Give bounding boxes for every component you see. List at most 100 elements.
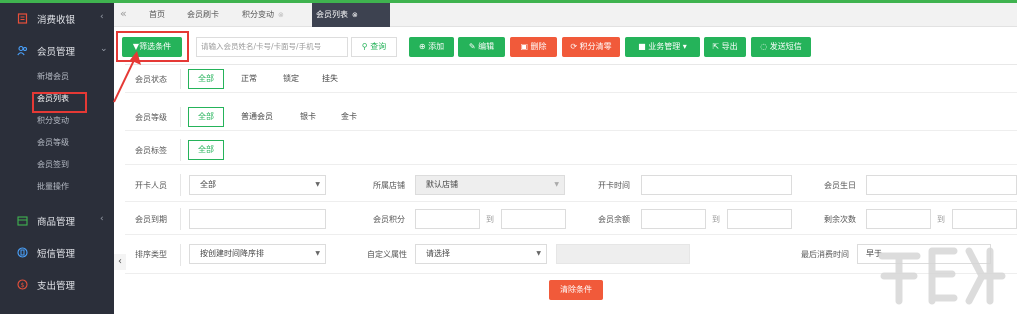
sidebar-item-batch-ops[interactable]: 批量操作 [37, 179, 69, 195]
divider [180, 174, 181, 196]
divider [180, 107, 181, 127]
store-select[interactable]: 默认店铺 ▼ [415, 175, 565, 195]
card-time-input[interactable] [641, 175, 792, 195]
sidebar-group-sms[interactable]: 短信管理 [0, 240, 114, 266]
card-staff-select[interactable]: 全部 ▼ [189, 175, 326, 195]
sidebar-group-label: 支出管理 [37, 281, 76, 292]
balance-max-input[interactable] [727, 209, 792, 229]
sidebar-item-add-member[interactable]: 新增会员 [37, 69, 69, 85]
filter-label: 剩余次数 [824, 215, 856, 224]
toolbar: ▼筛选条件 请输入会员姓名/卡号/卡面号/手机号 ⚲ 查询 ⊕ 添加 ✎ 编辑 … [114, 28, 1017, 66]
sidebar-item-member-checkin[interactable]: 会员签到 [37, 157, 69, 173]
export-label: 导出 [721, 42, 738, 51]
query-label: 查询 [370, 42, 387, 51]
edit-icon: ✎ [468, 42, 479, 51]
level-option-silver[interactable]: 银卡 [300, 107, 316, 127]
refresh-icon: ⟳ [570, 42, 580, 51]
tab-bar: « 首页 会员刷卡 积分变动 ⊗ 会员列表 ⊗ [114, 3, 1017, 27]
clear-points-label: 积分清零 [579, 42, 612, 51]
watermark-logo [878, 247, 1006, 305]
sidebar-item-points-change[interactable]: 积分变动 [37, 113, 69, 129]
briefcase-icon: ■ [638, 42, 649, 51]
delete-label: 删除 [530, 42, 547, 51]
status-option-normal[interactable]: 正常 [241, 69, 257, 89]
remaining-min-input[interactable] [866, 209, 931, 229]
trash-icon: ▣ [520, 42, 531, 51]
caret-down-icon: ▼ [554, 181, 559, 188]
points-min-input[interactable] [415, 209, 480, 229]
search-input[interactable]: 请输入会员姓名/卡号/卡面号/手机号 [196, 37, 348, 57]
tag-option-all[interactable]: 全部 [188, 140, 224, 160]
send-sms-button[interactable]: ◌ 发送短信 [751, 37, 811, 57]
query-button[interactable]: ⚲ 查询 [351, 37, 397, 57]
export-button[interactable]: ⇱ 导出 [704, 37, 746, 57]
filter-label: 会员标签 [135, 146, 167, 155]
filter-label: 最后消费时间 [801, 250, 849, 259]
sort-select[interactable]: 按创建时间降序排 ▼ [189, 244, 326, 264]
highlight-box [32, 92, 87, 113]
range-separator: 到 [712, 215, 720, 224]
tab-label: 会员刷卡 [187, 10, 219, 19]
tab-points-change[interactable]: 积分变动 ⊗ [238, 3, 288, 27]
sidebar-group-goods[interactable]: 商品管理 ‹ [0, 208, 114, 234]
phone-icon [17, 247, 28, 258]
birthday-input[interactable] [866, 175, 1017, 195]
chevron-left-icon: ‹ [100, 214, 104, 224]
select-value: 默认店铺 [426, 180, 458, 189]
expiry-input[interactable] [189, 209, 326, 229]
range-separator: 到 [937, 215, 945, 224]
sidebar: 消费收银 ‹ 会员管理 ⌄ 新增会员 会员列表 积分变动 会员等级 会员签到 批… [0, 3, 114, 314]
filter-label: 会员积分 [373, 215, 405, 224]
filter-row-5: 会员到期 会员积分 到 会员余额 到 剩余次数 到 [125, 203, 1017, 235]
sidebar-group-expense[interactable]: $ 支出管理 [0, 272, 114, 298]
tab-member-swipe[interactable]: 会员刷卡 [183, 3, 223, 27]
box-icon [17, 216, 28, 226]
points-max-input[interactable] [501, 209, 566, 229]
clear-points-button[interactable]: ⟳ 积分清零 [562, 37, 620, 57]
remaining-max-input[interactable] [952, 209, 1017, 229]
filter-row-level: 会员等级 全部 普通会员 银卡 金卡 [125, 103, 1017, 131]
search-icon: ⚲ [361, 42, 371, 51]
filter-row-4: 开卡人员 全部 ▼ 所属店铺 默认店铺 ▼ 开卡时间 会员生日 [125, 168, 1017, 202]
caret-down-icon: ▼ [315, 250, 320, 257]
tab-label: 积分变动 [242, 10, 274, 19]
delete-button[interactable]: ▣ 删除 [510, 37, 557, 57]
status-option-locked[interactable]: 锁定 [283, 69, 299, 89]
divider [180, 208, 181, 230]
filter-label: 开卡人员 [135, 181, 167, 190]
custom-attr-value-input[interactable] [556, 244, 690, 264]
close-icon[interactable]: ⊗ [278, 11, 284, 19]
level-option-all[interactable]: 全部 [188, 107, 224, 127]
tab-label: 首页 [149, 10, 165, 19]
edit-button[interactable]: ✎ 编辑 [458, 37, 505, 57]
level-option-regular[interactable]: 普通会员 [241, 107, 273, 127]
tab-member-list[interactable]: 会员列表 ⊗ [312, 3, 390, 27]
chat-icon: ◌ [760, 42, 770, 51]
tabs-back-button[interactable]: « [120, 7, 127, 20]
level-option-gold[interactable]: 金卡 [341, 107, 357, 127]
filter-label: 会员到期 [135, 215, 167, 224]
custom-attr-select[interactable]: 请选择 ▼ [415, 244, 547, 264]
range-separator: 到 [486, 215, 494, 224]
clear-filters-button[interactable]: 清除条件 [549, 280, 603, 300]
business-menu-button[interactable]: ■ 业务管理 ▾ [625, 37, 700, 57]
sidebar-group-members[interactable]: 会员管理 ⌄ [0, 38, 114, 64]
filter-label: 开卡时间 [598, 181, 630, 190]
filter-label: 排序类型 [135, 250, 167, 259]
status-option-all[interactable]: 全部 [188, 69, 224, 89]
select-value: 全部 [200, 180, 216, 189]
coin-icon: $ [17, 279, 28, 290]
status-option-lost[interactable]: 挂失 [322, 69, 338, 89]
chevron-left-icon: ‹ [100, 12, 104, 22]
filter-label: 会员等级 [135, 113, 167, 122]
sidebar-item-member-level[interactable]: 会员等级 [37, 135, 69, 151]
filter-row-tag: 会员标签 全部 [125, 135, 1017, 165]
balance-min-input[interactable] [641, 209, 706, 229]
chevron-down-icon: ⌄ [100, 44, 108, 54]
tab-home[interactable]: 首页 [145, 3, 169, 27]
plus-icon: ⊕ [418, 42, 429, 51]
close-icon[interactable]: ⊗ [352, 11, 358, 19]
divider [180, 139, 181, 161]
sidebar-group-cashier[interactable]: 消费收银 ‹ [0, 6, 114, 32]
add-button[interactable]: ⊕ 添加 [409, 37, 454, 57]
